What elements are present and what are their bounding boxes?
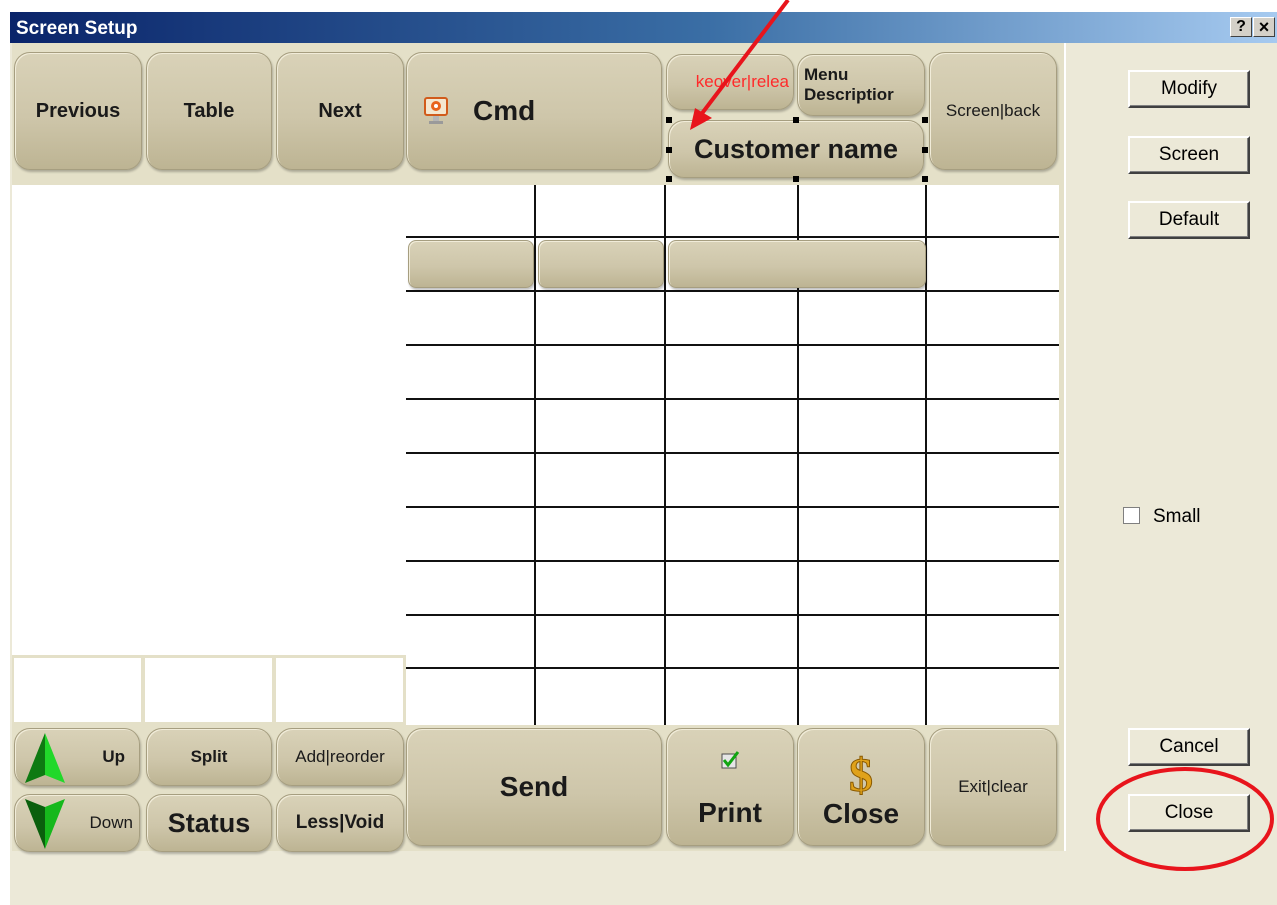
annotation-arrow-head	[690, 108, 712, 130]
annotation-arrow	[698, 0, 790, 118]
annotation-overlay	[690, 0, 1274, 871]
annotation-ellipse	[1096, 767, 1274, 871]
